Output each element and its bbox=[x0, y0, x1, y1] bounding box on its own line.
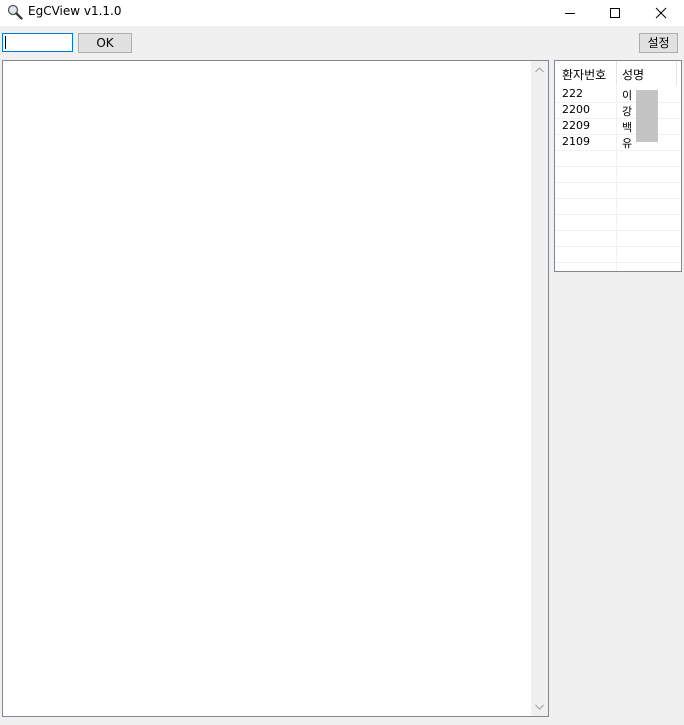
empty-row bbox=[555, 230, 681, 247]
patient-name: 백 bbox=[622, 121, 633, 134]
empty-row bbox=[555, 150, 681, 167]
column-header-name[interactable]: 성명 bbox=[622, 66, 644, 83]
column-divider[interactable] bbox=[676, 61, 677, 85]
empty-row bbox=[555, 182, 681, 199]
list-item[interactable]: 2200 강 bbox=[555, 102, 681, 119]
column-header-patient-number[interactable]: 환자번호 bbox=[562, 66, 606, 83]
patient-number: 222 bbox=[562, 87, 583, 100]
empty-row bbox=[555, 198, 681, 215]
list-header: 환자번호 성명 bbox=[555, 61, 681, 86]
patient-name: 이 bbox=[622, 89, 633, 102]
patient-name: 유 bbox=[622, 137, 633, 150]
scroll-up-icon[interactable] bbox=[535, 67, 544, 73]
ok-button[interactable]: OK bbox=[78, 33, 132, 53]
column-divider[interactable] bbox=[616, 61, 617, 85]
maximize-button[interactable] bbox=[592, 0, 638, 26]
scroll-down-icon[interactable] bbox=[535, 704, 544, 710]
settings-button[interactable]: 설정 bbox=[639, 33, 678, 53]
patient-search-input[interactable] bbox=[2, 33, 73, 52]
minimize-icon bbox=[565, 13, 575, 14]
close-button[interactable] bbox=[638, 0, 684, 26]
vertical-scrollbar[interactable] bbox=[531, 61, 548, 716]
minimize-button[interactable] bbox=[547, 0, 593, 26]
close-icon bbox=[655, 7, 667, 19]
empty-row bbox=[555, 214, 681, 231]
ecg-view-panel[interactable] bbox=[2, 60, 549, 717]
patient-number: 2200 bbox=[562, 103, 590, 116]
list-item[interactable]: 222 이 bbox=[555, 86, 681, 103]
maximize-icon bbox=[610, 8, 620, 18]
empty-row bbox=[555, 166, 681, 183]
title-bar: EgCView v1.1.0 bbox=[0, 0, 684, 26]
patient-name: 강 bbox=[622, 105, 633, 118]
window-title: EgCView v1.1.0 bbox=[28, 4, 122, 18]
empty-row bbox=[555, 246, 681, 263]
list-item[interactable]: 2109 유 bbox=[555, 134, 681, 151]
redaction-mask bbox=[636, 90, 658, 142]
text-caret bbox=[5, 36, 6, 49]
patient-number: 2209 bbox=[562, 119, 590, 132]
patient-list[interactable]: 환자번호 성명 222 이 2200 강 2209 백 2109 유 bbox=[554, 60, 682, 272]
magnifier-icon bbox=[7, 4, 23, 20]
patient-number: 2109 bbox=[562, 135, 590, 148]
list-item[interactable]: 2209 백 bbox=[555, 118, 681, 135]
